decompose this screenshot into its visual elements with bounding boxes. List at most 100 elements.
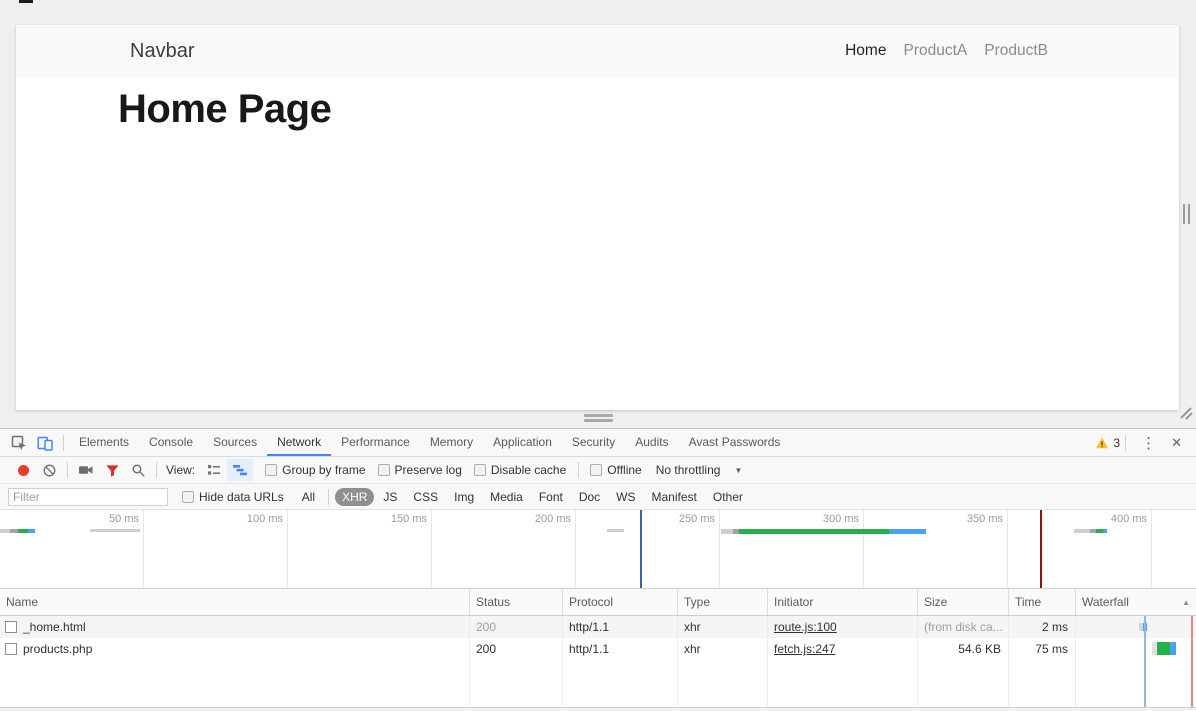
list-view-icon[interactable] xyxy=(201,459,227,481)
domcontentloaded-line xyxy=(1144,616,1146,707)
table-header: Name Status Protocol Type Initiator Size… xyxy=(0,589,1196,616)
search-button[interactable] xyxy=(125,459,151,481)
request-type-filters: All XHR JS CSS Img Media Font Doc WS Man… xyxy=(294,488,751,506)
initiator-link[interactable]: fetch.js:247 xyxy=(774,642,835,656)
column-divider xyxy=(562,616,563,707)
column-header-name[interactable]: Name xyxy=(0,589,470,615)
throttling-select[interactable]: No throttling ▼ xyxy=(656,463,743,477)
throttling-value: No throttling xyxy=(656,463,721,477)
filter-input[interactable] xyxy=(8,488,168,506)
capture-screenshots-button[interactable] xyxy=(73,459,99,481)
funnel-icon xyxy=(105,463,120,478)
request-status: 200 xyxy=(470,616,563,638)
group-by-frame-label: Group by frame xyxy=(282,463,365,477)
page-title: Home Page xyxy=(118,87,1179,131)
preserve-log-checkbox[interactable]: Preserve log xyxy=(378,463,462,477)
column-header-size[interactable]: Size xyxy=(918,589,1009,615)
tab-performance[interactable]: Performance xyxy=(331,429,420,456)
request-name: _home.html xyxy=(23,616,86,638)
table-body: _home.html 200 http/1.1 xhr route.js:100… xyxy=(0,616,1196,707)
request-size: 54.6 KB xyxy=(918,638,1009,660)
nav-link-productb[interactable]: ProductB xyxy=(984,42,1048,60)
filter-type-manifest[interactable]: Manifest xyxy=(645,488,704,506)
overview-request-bar xyxy=(721,529,926,534)
column-header-status[interactable]: Status xyxy=(470,589,563,615)
group-by-frame-checkbox[interactable]: Group by frame xyxy=(265,463,365,477)
tab-elements[interactable]: Elements xyxy=(69,429,139,456)
navbar-links: Home ProductA ProductB xyxy=(828,42,1048,60)
filter-type-css[interactable]: CSS xyxy=(406,488,445,506)
nav-link-producta[interactable]: ProductA xyxy=(903,42,967,60)
column-header-protocol[interactable]: Protocol xyxy=(563,589,678,615)
row-checkbox[interactable] xyxy=(5,643,17,655)
tick-label: 400 ms xyxy=(1111,513,1147,525)
filter-type-other[interactable]: Other xyxy=(706,488,750,506)
column-header-waterfall[interactable]: Waterfall ▲ xyxy=(1076,589,1196,615)
tick-label: 150 ms xyxy=(391,513,427,525)
devtools-menu-icon[interactable]: ⋮ xyxy=(1131,434,1165,452)
request-time: 2 ms xyxy=(1009,616,1076,638)
network-overview-timeline[interactable]: 50 ms 100 ms 150 ms 200 ms 250 ms 300 ms… xyxy=(0,510,1196,589)
filter-type-ws[interactable]: WS xyxy=(609,488,642,506)
tab-security[interactable]: Security xyxy=(562,429,625,456)
column-header-type[interactable]: Type xyxy=(678,589,768,615)
tab-console[interactable]: Console xyxy=(139,429,203,456)
device-toolbar-icon[interactable] xyxy=(32,429,58,456)
tab-sources[interactable]: Sources xyxy=(203,429,267,456)
tab-application[interactable]: Application xyxy=(483,429,562,456)
divider xyxy=(328,489,329,505)
chevron-down-icon: ▼ xyxy=(734,466,742,475)
column-divider xyxy=(917,616,918,707)
checkbox-icon xyxy=(182,491,194,503)
tab-network[interactable]: Network xyxy=(267,429,331,456)
record-icon xyxy=(18,465,29,476)
record-button[interactable] xyxy=(10,459,36,481)
tick-label: 300 ms xyxy=(823,513,859,525)
divider xyxy=(1125,435,1126,451)
request-row-home-html[interactable]: _home.html 200 http/1.1 xhr route.js:100… xyxy=(0,616,1196,638)
filter-type-all[interactable]: All xyxy=(295,488,322,506)
tab-memory[interactable]: Memory xyxy=(420,429,483,456)
filter-toggle-button[interactable] xyxy=(99,459,125,481)
tab-avast-passwords[interactable]: Avast Passwords xyxy=(679,429,791,456)
filter-type-js[interactable]: JS xyxy=(376,488,404,506)
row-checkbox[interactable] xyxy=(5,621,17,633)
waterfall-bar xyxy=(1152,642,1176,655)
checkbox-icon xyxy=(265,464,277,476)
clear-icon xyxy=(42,463,57,478)
waterfall-view-icon[interactable] xyxy=(227,459,253,481)
tab-audits[interactable]: Audits xyxy=(625,429,678,456)
clear-button[interactable] xyxy=(36,459,62,481)
filter-type-xhr[interactable]: XHR xyxy=(335,488,374,506)
initiator-link[interactable]: route.js:100 xyxy=(774,620,837,634)
request-row-products-php[interactable]: products.php 200 http/1.1 xhr fetch.js:2… xyxy=(0,638,1196,660)
window-edge-artifact xyxy=(19,0,33,3)
disable-cache-checkbox[interactable]: Disable cache xyxy=(474,463,566,477)
filter-type-media[interactable]: Media xyxy=(483,488,530,506)
request-size: (from disk ca... xyxy=(918,616,1009,638)
devtools-tabbar: Elements Console Sources Network Perform… xyxy=(0,429,1196,457)
load-event-line xyxy=(1191,616,1193,707)
warning-icon xyxy=(1095,436,1109,450)
sort-ascending-icon: ▲ xyxy=(1182,598,1190,607)
devtools-splitter[interactable] xyxy=(0,410,1196,428)
nav-link-home[interactable]: Home xyxy=(845,42,886,60)
filter-type-font[interactable]: Font xyxy=(532,488,570,506)
column-header-initiator[interactable]: Initiator xyxy=(768,589,918,615)
inspect-element-icon[interactable] xyxy=(6,429,32,456)
navbar-brand[interactable]: Navbar xyxy=(130,40,194,63)
warnings-badge[interactable]: 3 xyxy=(1095,436,1120,450)
close-devtools-icon[interactable]: ✕ xyxy=(1165,435,1188,451)
filter-type-img[interactable]: Img xyxy=(447,488,481,506)
hide-data-urls-checkbox[interactable]: Hide data URLs xyxy=(182,490,284,504)
column-header-time[interactable]: Time xyxy=(1009,589,1076,615)
browser-page: Navbar Home ProductA ProductB Home Page xyxy=(16,25,1179,410)
offline-checkbox[interactable]: Offline xyxy=(590,463,641,477)
view-label: View: xyxy=(166,463,195,477)
overview-request-bar xyxy=(0,529,35,533)
waterfall-cell xyxy=(1076,638,1196,660)
frame-resize-handle[interactable] xyxy=(1183,204,1190,224)
checkbox-icon xyxy=(590,464,602,476)
filter-type-doc[interactable]: Doc xyxy=(572,488,607,506)
divider xyxy=(578,462,579,478)
